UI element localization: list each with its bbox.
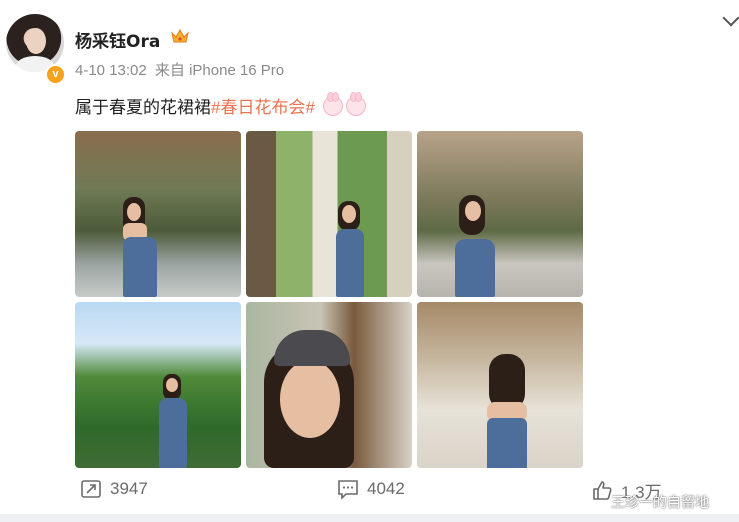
- repost-icon: [81, 480, 101, 498]
- comment-button[interactable]: 4042: [337, 478, 405, 500]
- post-source: 来自 iPhone 16 Pro: [154, 62, 285, 79]
- post-body: 属于春夏的花裙裙: [75, 98, 211, 117]
- photo-2[interactable]: [246, 131, 412, 297]
- watermark-text: 王珍一的自留地: [611, 494, 709, 510]
- hashtag-link[interactable]: #春日花布会#: [211, 98, 315, 117]
- photo-4[interactable]: [75, 302, 241, 468]
- photo-6[interactable]: [417, 302, 583, 468]
- avatar-face: [26, 28, 46, 54]
- username[interactable]: 杨采钰Ora: [75, 27, 160, 52]
- bunny-emoji-icon: [345, 92, 366, 116]
- post-text: 属于春夏的花裙裙#春日花布会#: [75, 92, 366, 118]
- comment-count: 4042: [367, 479, 405, 498]
- crown-icon: [171, 28, 189, 43]
- thumbs-up-icon: [593, 480, 612, 500]
- weibo-post: v 杨采钰Ora 4-10 13:02 来自 iPhone 16 Pro 属于春…: [0, 0, 739, 522]
- repost-button[interactable]: 3947: [80, 478, 148, 500]
- photo-3[interactable]: [417, 131, 583, 297]
- bottom-divider: [0, 514, 739, 522]
- photo-grid: [75, 131, 583, 468]
- repost-count: 3947: [110, 479, 148, 498]
- post-meta: 4-10 13:02 来自 iPhone 16 Pro: [75, 59, 288, 80]
- photo-5[interactable]: [246, 302, 412, 468]
- bunny-emoji-icon: [322, 92, 343, 116]
- chevron-down-icon[interactable]: [722, 9, 739, 27]
- post-timestamp[interactable]: 4-10 13:02: [75, 62, 147, 79]
- verified-badge-icon: v: [45, 64, 66, 85]
- photo-1[interactable]: [75, 131, 241, 297]
- comment-icon: [338, 480, 358, 500]
